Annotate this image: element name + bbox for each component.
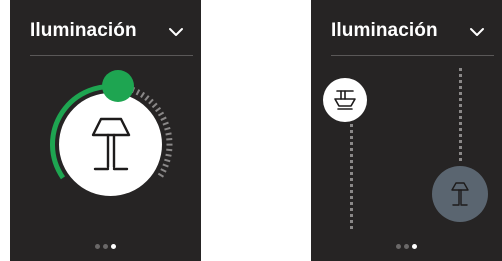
lighting-dimmer-screen: Iluminación	[10, 0, 201, 261]
dial-tick	[155, 106, 162, 113]
page-dot[interactable]	[404, 244, 409, 249]
page-dot-active[interactable]	[111, 244, 116, 249]
downlight-slider-handle[interactable]	[432, 166, 488, 222]
table-lamp-icon	[91, 117, 130, 170]
page-dot[interactable]	[95, 244, 100, 249]
dial-knob[interactable]	[102, 70, 134, 102]
uplight-lamp-icon	[334, 90, 356, 110]
dial-tick	[151, 102, 158, 109]
dial-tick	[162, 121, 169, 126]
screen-header: Iluminación	[311, 0, 502, 56]
dial-tick	[165, 132, 172, 136]
dial-tick	[135, 89, 141, 96]
lighting-updown-screen: Iluminación	[311, 0, 502, 261]
page-indicator	[10, 244, 201, 254]
dial-tick	[166, 148, 173, 152]
page-indicator	[311, 244, 502, 254]
dial-tick	[162, 163, 169, 168]
uplight-slider-handle[interactable]	[323, 78, 367, 122]
uplight-slider-track[interactable]	[350, 124, 353, 229]
table-lamp-icon	[451, 182, 469, 206]
chevron-down-icon	[470, 28, 484, 36]
lamp-button[interactable]	[59, 93, 162, 196]
dial-tick	[144, 95, 150, 102]
screen-title: Iluminación	[331, 20, 438, 41]
dial-tick	[140, 91, 146, 99]
page-dot-active[interactable]	[412, 244, 417, 249]
dial-tick	[160, 116, 167, 121]
dial-tick	[166, 137, 173, 141]
dial-tick	[165, 153, 172, 157]
menu-dropdown-button[interactable]	[466, 22, 488, 42]
dial-tick	[164, 126, 171, 131]
dial-tick	[160, 168, 167, 173]
dial-tick	[164, 158, 171, 163]
header-divider	[331, 55, 494, 56]
dial-tick	[157, 172, 164, 178]
dial-tick	[157, 111, 165, 117]
page-dot[interactable]	[103, 244, 108, 249]
page-dot[interactable]	[396, 244, 401, 249]
downlight-slider-track[interactable]	[459, 68, 462, 164]
dial-tick	[148, 98, 154, 105]
